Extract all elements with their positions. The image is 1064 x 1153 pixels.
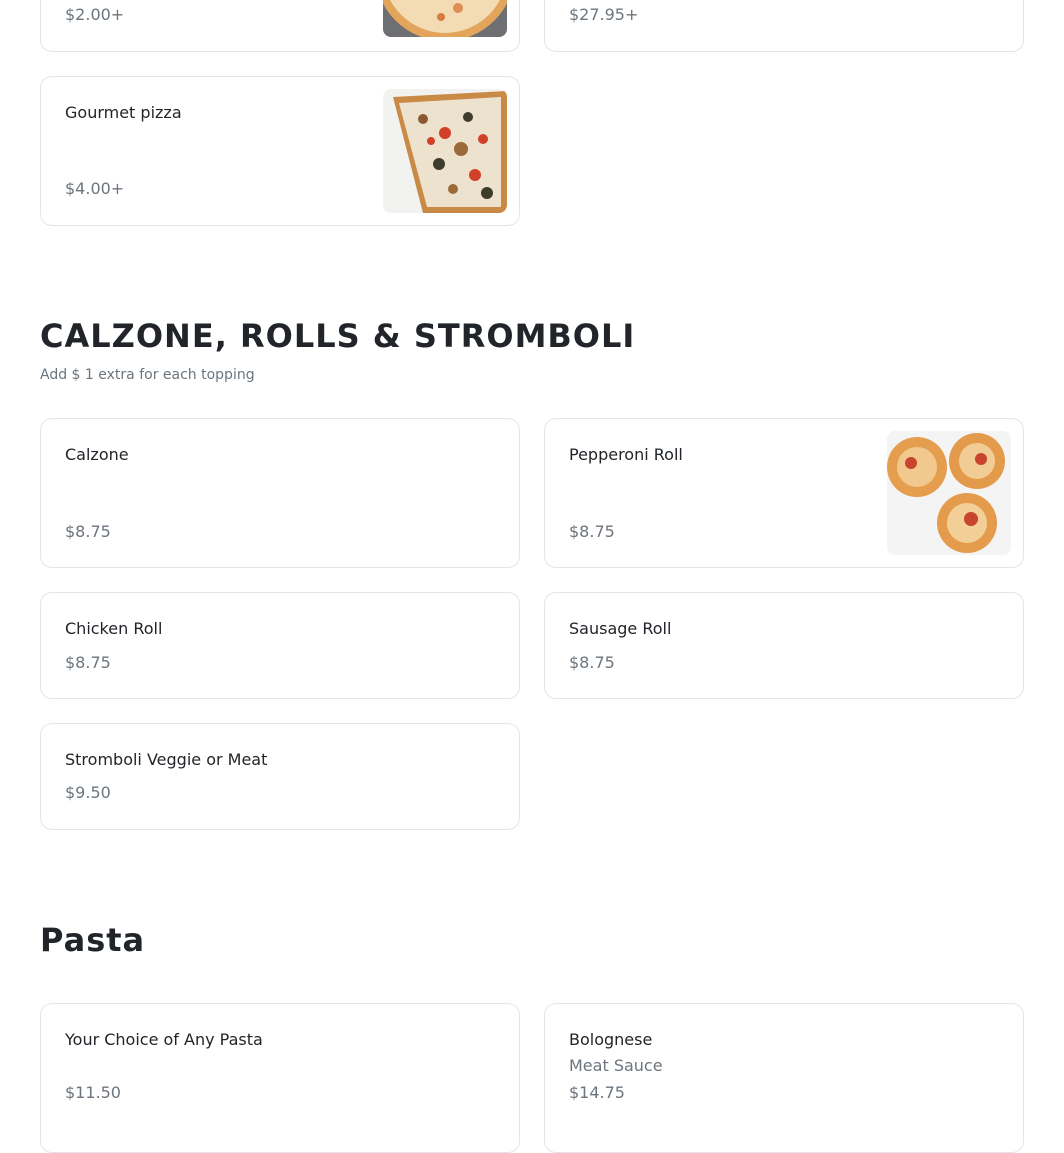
item-image xyxy=(887,431,1011,555)
menu-item-card[interactable]: Your Choice of Any Pasta $11.50 xyxy=(40,1003,520,1153)
menu-item-card[interactable]: Chicken Roll $8.75 xyxy=(40,592,520,699)
item-price: $2.00+ xyxy=(65,5,125,24)
item-price: $27.95+ xyxy=(569,5,639,24)
item-name: Pepperoni Roll xyxy=(569,445,683,464)
menu-item-card[interactable]: $2.00+ xyxy=(40,0,520,52)
item-name: Chicken Roll xyxy=(65,619,163,638)
item-price: $4.00+ xyxy=(65,179,125,198)
item-price: $8.75 xyxy=(569,653,615,672)
item-image xyxy=(383,89,507,213)
item-name: Your Choice of Any Pasta xyxy=(65,1030,263,1049)
item-price: $8.75 xyxy=(569,522,615,541)
item-description: Meat Sauce xyxy=(569,1056,663,1075)
section-title: Pasta xyxy=(40,921,146,959)
menu-item-card[interactable]: Sausage Roll $8.75 xyxy=(544,592,1024,699)
item-name: Gourmet pizza xyxy=(65,103,182,122)
item-name: Bolognese xyxy=(569,1030,653,1049)
item-price: $8.75 xyxy=(65,522,111,541)
menu-item-card[interactable]: Pepperoni Roll $8.75 xyxy=(544,418,1024,568)
section-title: CALZONE, ROLLS & STROMBOLI xyxy=(40,317,636,355)
menu-item-card[interactable]: Calzone $8.75 xyxy=(40,418,520,568)
item-price: $8.75 xyxy=(65,653,111,672)
menu-item-card[interactable]: Gourmet pizza $4.00+ xyxy=(40,76,520,226)
item-name: Sausage Roll xyxy=(569,619,672,638)
item-price: $11.50 xyxy=(65,1083,121,1102)
item-price: $14.75 xyxy=(569,1083,625,1102)
menu-item-card[interactable]: Stromboli Veggie or Meat $9.50 xyxy=(40,723,520,830)
item-name: Stromboli Veggie or Meat xyxy=(65,750,268,769)
item-image xyxy=(383,0,507,37)
menu-item-card[interactable]: $27.95+ xyxy=(544,0,1024,52)
menu-item-card[interactable]: Bolognese Meat Sauce $14.75 xyxy=(544,1003,1024,1153)
section-subtitle: Add $ 1 extra for each topping xyxy=(40,367,255,383)
item-price: $9.50 xyxy=(65,783,111,802)
item-name: Calzone xyxy=(65,445,129,464)
